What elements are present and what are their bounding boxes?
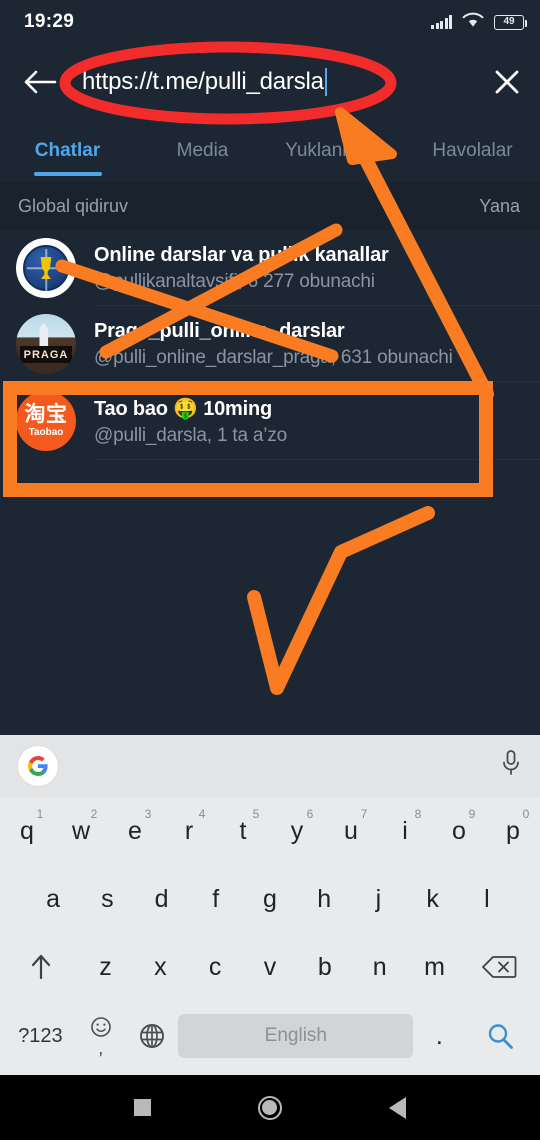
circle-home-icon[interactable] xyxy=(257,1095,282,1120)
key-f[interactable]: f xyxy=(189,865,243,933)
microphone-icon[interactable] xyxy=(500,749,522,784)
list-item-subtitle: @pulli_darsla, 1 ta a’zo xyxy=(94,424,287,446)
status-bar: 19:29 49 xyxy=(0,0,540,44)
key-a[interactable]: a xyxy=(26,865,80,933)
key-h[interactable]: h xyxy=(297,865,351,933)
key-b[interactable]: b xyxy=(297,933,352,1001)
battery-level: 49 xyxy=(503,16,515,27)
key-g[interactable]: g xyxy=(243,865,297,933)
avatar-label: PRAGA xyxy=(20,346,72,364)
avatar: 淘宝 Taobao xyxy=(16,391,76,451)
orange-checkmark-annotation xyxy=(247,506,435,695)
keyboard-row-1: q1 w2 e3 r4 t5 y6 u7 i8 o9 p0 xyxy=(0,797,540,865)
key-q[interactable]: q1 xyxy=(0,797,54,865)
key-x[interactable]: x xyxy=(133,933,188,1001)
key-w[interactable]: w2 xyxy=(54,797,108,865)
close-icon[interactable] xyxy=(474,44,540,120)
back-arrow-icon[interactable] xyxy=(10,44,70,120)
avatar-en-label: Taobao xyxy=(28,427,64,438)
key-p[interactable]: p0 xyxy=(486,797,540,865)
list-item-title: Praga_pulli_online_darslar xyxy=(94,319,345,342)
tab-bar: Chatlar Media Yuklanmalar Havolalar xyxy=(0,120,540,182)
tab-yuklanmalar[interactable]: Yuklanmalar xyxy=(270,120,405,182)
list-item[interactable]: 淘宝 Taobao Tao bao 🤑 10ming @pulli_darsla… xyxy=(0,382,540,460)
key-l[interactable]: l xyxy=(460,865,514,933)
square-recents-icon[interactable] xyxy=(133,1099,151,1116)
key-y[interactable]: y6 xyxy=(270,797,324,865)
signal-icon xyxy=(431,15,452,29)
key-u[interactable]: u7 xyxy=(324,797,378,865)
search-results-list: Online darslar va pullik kanallar @pulli… xyxy=(0,230,540,460)
symbols-key[interactable]: ?123 xyxy=(6,1002,75,1070)
on-screen-keyboard: q1 w2 e3 r4 t5 y6 u7 i8 o9 p0 a s d f g … xyxy=(0,735,540,1075)
list-item[interactable]: Online darslar va pullik kanallar @pulli… xyxy=(0,230,540,306)
search-input[interactable]: https://t.me/pulli_darsla xyxy=(70,44,474,120)
tab-havolalar[interactable]: Havolalar xyxy=(405,120,540,182)
phone-screen: 19:29 49 https://t.me/pulli_darsla Chatl… xyxy=(0,0,540,1140)
list-item-subtitle: @pulli_online_darslar_praga, 631 obunach… xyxy=(94,346,453,368)
key-m[interactable]: m xyxy=(407,933,462,1001)
list-item-subtitle: @pullikanaltavsifi, 6 277 obunachi xyxy=(94,270,375,292)
status-icon-group: 49 xyxy=(431,12,527,33)
key-r[interactable]: r4 xyxy=(162,797,216,865)
globe-icon[interactable] xyxy=(127,1002,179,1070)
search-input-value: https://t.me/pulli_darsla xyxy=(82,68,324,95)
section-more-link[interactable]: Yana xyxy=(479,196,520,217)
keyboard-suggestion-bar xyxy=(0,735,540,797)
key-i[interactable]: i8 xyxy=(378,797,432,865)
key-k[interactable]: k xyxy=(406,865,460,933)
key-c[interactable]: c xyxy=(188,933,243,1001)
avatar-cn-label: 淘宝 xyxy=(24,402,68,426)
list-item-title: Tao bao 🤑 10ming xyxy=(94,397,273,420)
triangle-back-icon[interactable] xyxy=(389,1096,407,1119)
android-nav-bar xyxy=(0,1075,540,1140)
key-z[interactable]: z xyxy=(78,933,133,1001)
status-time: 19:29 xyxy=(24,11,75,32)
comma-label: , xyxy=(98,1038,104,1058)
key-o[interactable]: o9 xyxy=(432,797,486,865)
section-title: Global qidiruv xyxy=(18,195,129,216)
tab-media[interactable]: Media xyxy=(135,120,270,182)
text-caret xyxy=(324,68,328,96)
backspace-icon[interactable] xyxy=(462,933,536,1001)
list-item-title: Online darslar va pullik kanallar xyxy=(94,243,389,266)
avatar: PRAGA xyxy=(16,314,76,374)
key-v[interactable]: v xyxy=(243,933,298,1001)
emoji-icon[interactable]: , xyxy=(75,1002,127,1070)
divider xyxy=(94,459,540,460)
keyboard-row-3: z x c v b n m xyxy=(0,933,540,1001)
battery-icon: 49 xyxy=(494,14,527,30)
keyboard-row-4: ?123 , English . xyxy=(0,1001,540,1071)
tab-chatlar[interactable]: Chatlar xyxy=(0,120,135,182)
google-g-icon[interactable] xyxy=(18,746,58,786)
period-key[interactable]: . xyxy=(413,1002,465,1070)
keyboard-row-2: a s d f g h j k l xyxy=(0,865,540,933)
search-icon[interactable] xyxy=(465,1002,534,1070)
spacebar[interactable]: English xyxy=(178,1014,414,1058)
shift-arrow-icon[interactable] xyxy=(4,933,78,1001)
key-t[interactable]: t5 xyxy=(216,797,270,865)
wifi-icon xyxy=(462,12,484,33)
key-d[interactable]: d xyxy=(134,865,188,933)
key-s[interactable]: s xyxy=(80,865,134,933)
key-n[interactable]: n xyxy=(352,933,407,1001)
list-item[interactable]: PRAGA Praga_pulli_online_darslar @pulli_… xyxy=(0,306,540,382)
global-search-header: Global qidiruv Yana xyxy=(0,182,540,230)
avatar xyxy=(16,238,76,298)
key-j[interactable]: j xyxy=(351,865,405,933)
key-e[interactable]: e3 xyxy=(108,797,162,865)
search-bar: https://t.me/pulli_darsla xyxy=(0,44,540,120)
